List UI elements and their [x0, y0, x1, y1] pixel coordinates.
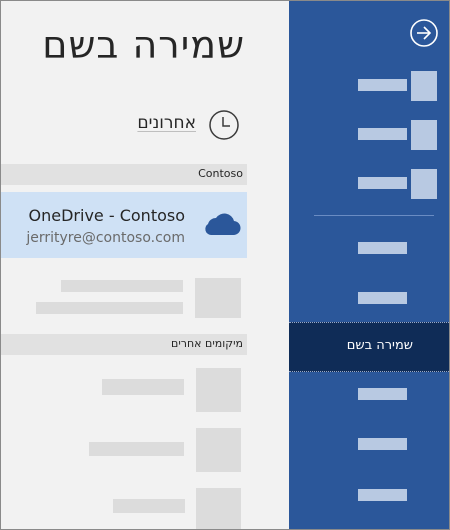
- nav-item-label-placeholder: [358, 242, 407, 254]
- recent-label: אחרונים: [137, 113, 196, 133]
- clock-icon: [209, 110, 239, 140]
- nav-item-label-placeholder: [358, 292, 407, 304]
- cloud-icon: [205, 213, 241, 236]
- nav-item-label-placeholder: [358, 177, 407, 189]
- placeholder-bar: [113, 499, 185, 513]
- section-header-other-locations: מיקומים אחרים: [1, 334, 247, 355]
- nav-item-label-placeholder: [358, 388, 407, 400]
- placeholder-bar: [36, 302, 183, 314]
- nav-item-save-as[interactable]: שמירה בשם: [289, 322, 449, 372]
- nav-item-label: שמירה בשם: [346, 338, 413, 353]
- section-label: Contoso: [198, 167, 243, 180]
- nav-item-label-placeholder: [358, 128, 407, 140]
- page-title: שמירה בשם: [42, 23, 245, 67]
- placeholder-bar: [102, 379, 184, 395]
- nav-item-icon: [411, 169, 437, 199]
- placeholder-icon: [196, 488, 241, 529]
- placeholder-icon: [196, 428, 241, 472]
- recent-item[interactable]: אחרונים: [121, 105, 246, 145]
- nav-divider: [314, 215, 434, 216]
- window: שמירה בשם אחרונים Contoso OneDrive - Con…: [0, 0, 450, 530]
- nav-item-label-placeholder: [358, 489, 407, 501]
- onedrive-location[interactable]: OneDrive - Contoso jerrityre@contoso.com: [1, 192, 247, 258]
- nav-item-label-placeholder: [358, 79, 407, 91]
- nav-item-label-placeholder: [358, 438, 407, 450]
- nav-item-icon: [411, 120, 437, 150]
- section-header-contoso: Contoso: [1, 164, 247, 185]
- main-panel: שמירה בשם אחרונים Contoso OneDrive - Con…: [1, 1, 289, 529]
- onedrive-email: jerrityre@contoso.com: [26, 230, 185, 246]
- onedrive-name: OneDrive - Contoso: [28, 206, 185, 225]
- placeholder-icon: [196, 368, 241, 412]
- placeholder-icon: [195, 278, 241, 318]
- placeholder-bar: [61, 280, 183, 292]
- placeholder-bar: [89, 442, 184, 456]
- back-arrow-icon[interactable]: [409, 18, 439, 48]
- nav-item-icon: [411, 71, 437, 101]
- section-label: מיקומים אחרים: [171, 337, 243, 350]
